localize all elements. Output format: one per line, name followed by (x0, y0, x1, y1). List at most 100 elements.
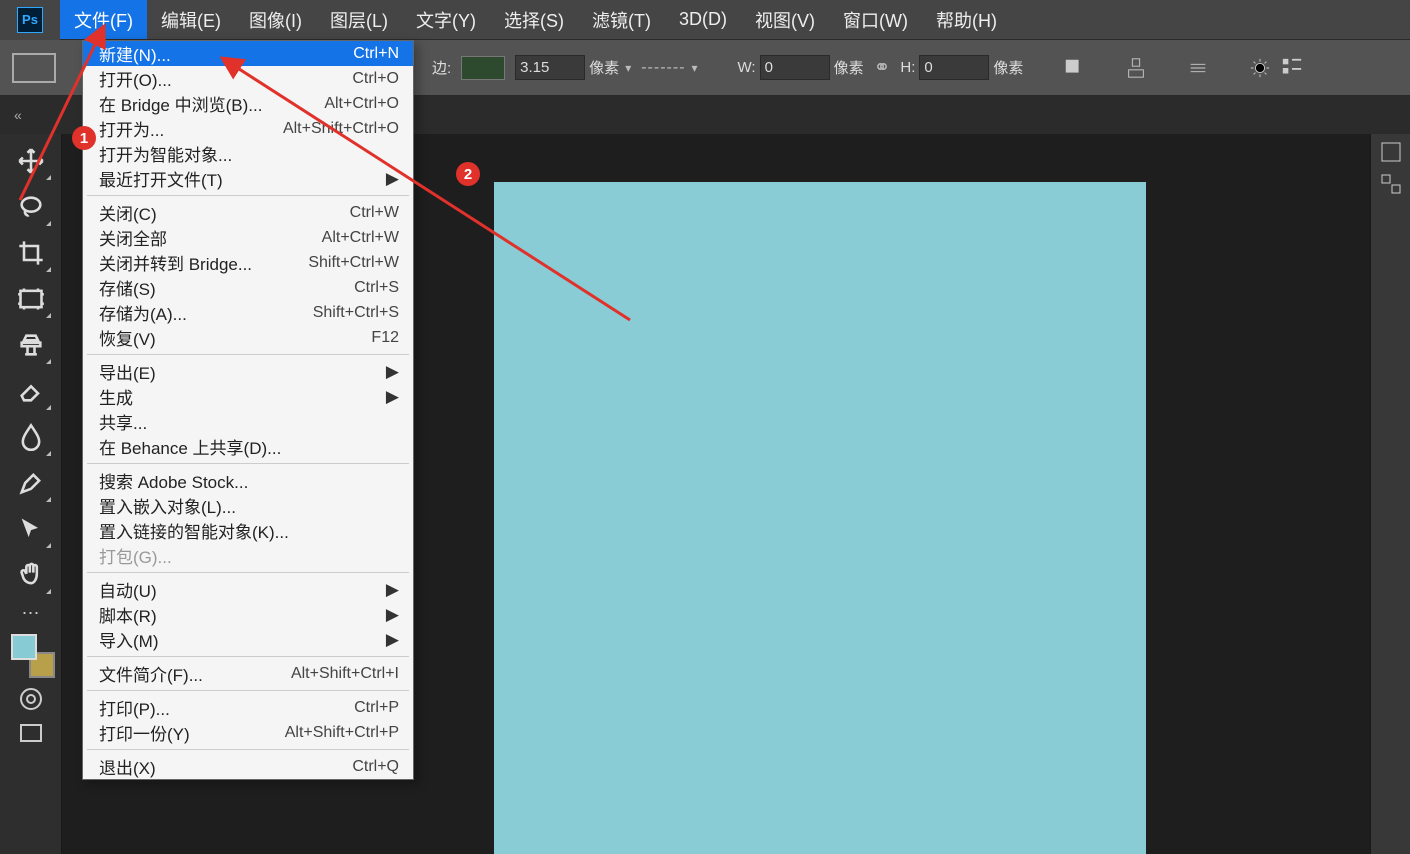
menu-item-label: 退出(X) (99, 754, 156, 779)
menu-help[interactable]: 帮助(H) (922, 0, 1011, 39)
menu-view[interactable]: 视图(V) (741, 0, 829, 39)
file-menu-item[interactable]: 恢复(V) F12 (83, 325, 413, 350)
submenu-arrow-icon: ▶ (386, 169, 399, 189)
file-menu-item[interactable]: 搜索 Adobe Stock... (83, 468, 413, 493)
menu-edit[interactable]: 编辑(E) (147, 0, 235, 39)
menu-item-label: 存储为(A)... (99, 300, 187, 325)
file-menu-item[interactable]: 打印一份(Y)Alt+Shift+Ctrl+P (83, 720, 413, 745)
menu-item-label: 置入链接的智能对象(K)... (99, 518, 289, 543)
menu-separator (87, 195, 409, 196)
menu-item-label: 打开(O)... (99, 66, 172, 91)
stroke-color-swatch[interactable] (461, 56, 505, 80)
frame-tool[interactable] (7, 276, 55, 322)
width-input[interactable] (760, 55, 830, 80)
eraser-tool[interactable] (7, 368, 55, 414)
lasso-tool[interactable] (7, 184, 55, 230)
gear-icon[interactable] (1249, 57, 1271, 79)
file-menu-item[interactable]: 存储(S)Ctrl+S (83, 275, 413, 300)
menu-item-label: 脚本(R) (99, 602, 157, 627)
file-menu-item[interactable]: 关闭并转到 Bridge...Shift+Ctrl+W (83, 250, 413, 275)
file-menu-item[interactable]: 打开(O)...Ctrl+O (83, 66, 413, 91)
width-label: W: (738, 59, 756, 76)
file-menu-item[interactable]: 新建(N)...Ctrl+N (83, 41, 413, 66)
file-menu-item[interactable]: 导出(E) ▶ (83, 359, 413, 384)
file-menu-item[interactable]: 共享... (83, 409, 413, 434)
menu-window[interactable]: 窗口(W) (829, 0, 922, 39)
panel-icon-2[interactable] (1379, 172, 1403, 196)
move-tool[interactable] (7, 138, 55, 184)
file-menu-item[interactable]: 置入嵌入对象(L)... (83, 493, 413, 518)
menu-item-label: 最近打开文件(T) (99, 166, 223, 191)
file-menu-item[interactable]: 打开为...Alt+Shift+Ctrl+O (83, 116, 413, 141)
color-swatches[interactable] (11, 634, 51, 674)
clone-stamp-tool[interactable] (7, 322, 55, 368)
menu-image[interactable]: 图像(I) (235, 0, 316, 39)
menu-item-shortcut: Ctrl+W (350, 204, 399, 222)
menu-item-label: 打包(G)... (99, 543, 172, 568)
file-menu-item[interactable]: 打印(P)...Ctrl+P (83, 695, 413, 720)
quick-mask-icon[interactable] (20, 688, 42, 710)
file-menu-item[interactable]: 自动(U)▶ (83, 577, 413, 602)
height-input[interactable] (919, 55, 989, 80)
toolbox-more-icon[interactable]: ⋯ (22, 598, 40, 628)
menu-filter[interactable]: 滤镜(T) (578, 0, 665, 39)
submenu-arrow-icon: ▶ (386, 605, 399, 625)
menu-item-label: 在 Behance 上共享(D)... (99, 434, 281, 459)
tool-preset-icon[interactable] (12, 53, 56, 83)
menu-select[interactable]: 选择(S) (490, 0, 578, 39)
path-ops-icon[interactable] (1063, 57, 1085, 79)
menu-item-shortcut: Alt+Ctrl+O (324, 95, 399, 113)
file-menu-item[interactable]: 存储为(A)... Shift+Ctrl+S (83, 300, 413, 325)
menu-item-label: 导出(E) (99, 359, 156, 384)
menu-file[interactable]: 文件(F) (60, 0, 147, 39)
stroke-style-group[interactable]: ------- ▾ (641, 59, 697, 77)
hand-tool[interactable] (7, 552, 55, 598)
menu-item-label: 恢复(V) (99, 325, 156, 350)
path-selection-tool[interactable] (7, 506, 55, 552)
file-menu-item[interactable]: 生成▶ (83, 384, 413, 409)
arrange-icon[interactable] (1187, 57, 1209, 79)
canvas[interactable] (494, 182, 1146, 854)
crop-tool[interactable] (7, 230, 55, 276)
align-options-icon[interactable] (1281, 57, 1303, 79)
file-menu-item[interactable]: 最近打开文件(T) ▶ (83, 166, 413, 191)
expand-panels-icon[interactable]: « (14, 107, 22, 123)
file-menu-item[interactable]: 在 Behance 上共享(D)... (83, 434, 413, 459)
menu-layer[interactable]: 图层(L) (316, 0, 402, 39)
menu-type[interactable]: 文字(Y) (402, 0, 490, 39)
menu-item-label: 生成 (99, 384, 133, 409)
file-menu-item[interactable]: 脚本(R) ▶ (83, 602, 413, 627)
height-label: H: (900, 59, 915, 76)
menu-item-label: 关闭并转到 Bridge... (99, 250, 252, 275)
file-menu-item[interactable]: 关闭(C)Ctrl+W (83, 200, 413, 225)
logo-text: Ps (17, 7, 43, 33)
panel-icon-1[interactable] (1379, 140, 1403, 164)
chevron-down-icon[interactable]: ▾ (625, 61, 631, 75)
file-menu-item[interactable]: 打开为智能对象... (83, 141, 413, 166)
menu-item-label: 打印(P)... (99, 695, 170, 720)
line-style-icon: ------- (641, 59, 685, 77)
file-menu-item[interactable]: 关闭全部Alt+Ctrl+W (83, 225, 413, 250)
menu-separator (87, 656, 409, 657)
file-menu-item[interactable]: 在 Bridge 中浏览(B)...Alt+Ctrl+O (83, 91, 413, 116)
align-edges-icon[interactable] (1125, 57, 1147, 79)
pen-tool[interactable] (7, 460, 55, 506)
screen-mode-icon[interactable] (20, 724, 42, 742)
annotation-badge-1: 1 (72, 126, 96, 150)
file-menu-item[interactable]: 导入(M)▶ (83, 627, 413, 652)
menu-item-shortcut: F12 (371, 329, 399, 347)
menu-separator (87, 749, 409, 750)
menu-item-shortcut: Shift+Ctrl+S (313, 304, 399, 322)
stroke-width-input[interactable] (515, 55, 585, 80)
link-icon[interactable]: ⚭ (874, 55, 891, 80)
smudge-tool[interactable] (7, 414, 55, 460)
foreground-color[interactable] (11, 634, 37, 660)
file-menu-item[interactable]: 文件简介(F)...Alt+Shift+Ctrl+I (83, 661, 413, 686)
file-menu-dropdown: 新建(N)...Ctrl+N打开(O)...Ctrl+O在 Bridge 中浏览… (82, 40, 414, 780)
file-menu-item[interactable]: 置入链接的智能对象(K)... (83, 518, 413, 543)
submenu-arrow-icon: ▶ (386, 362, 399, 382)
menu-3d[interactable]: 3D(D) (665, 0, 741, 39)
file-menu-item[interactable]: 退出(X)Ctrl+Q (83, 754, 413, 779)
menu-item-label: 关闭全部 (99, 225, 167, 250)
app-logo[interactable]: Ps (0, 0, 60, 40)
